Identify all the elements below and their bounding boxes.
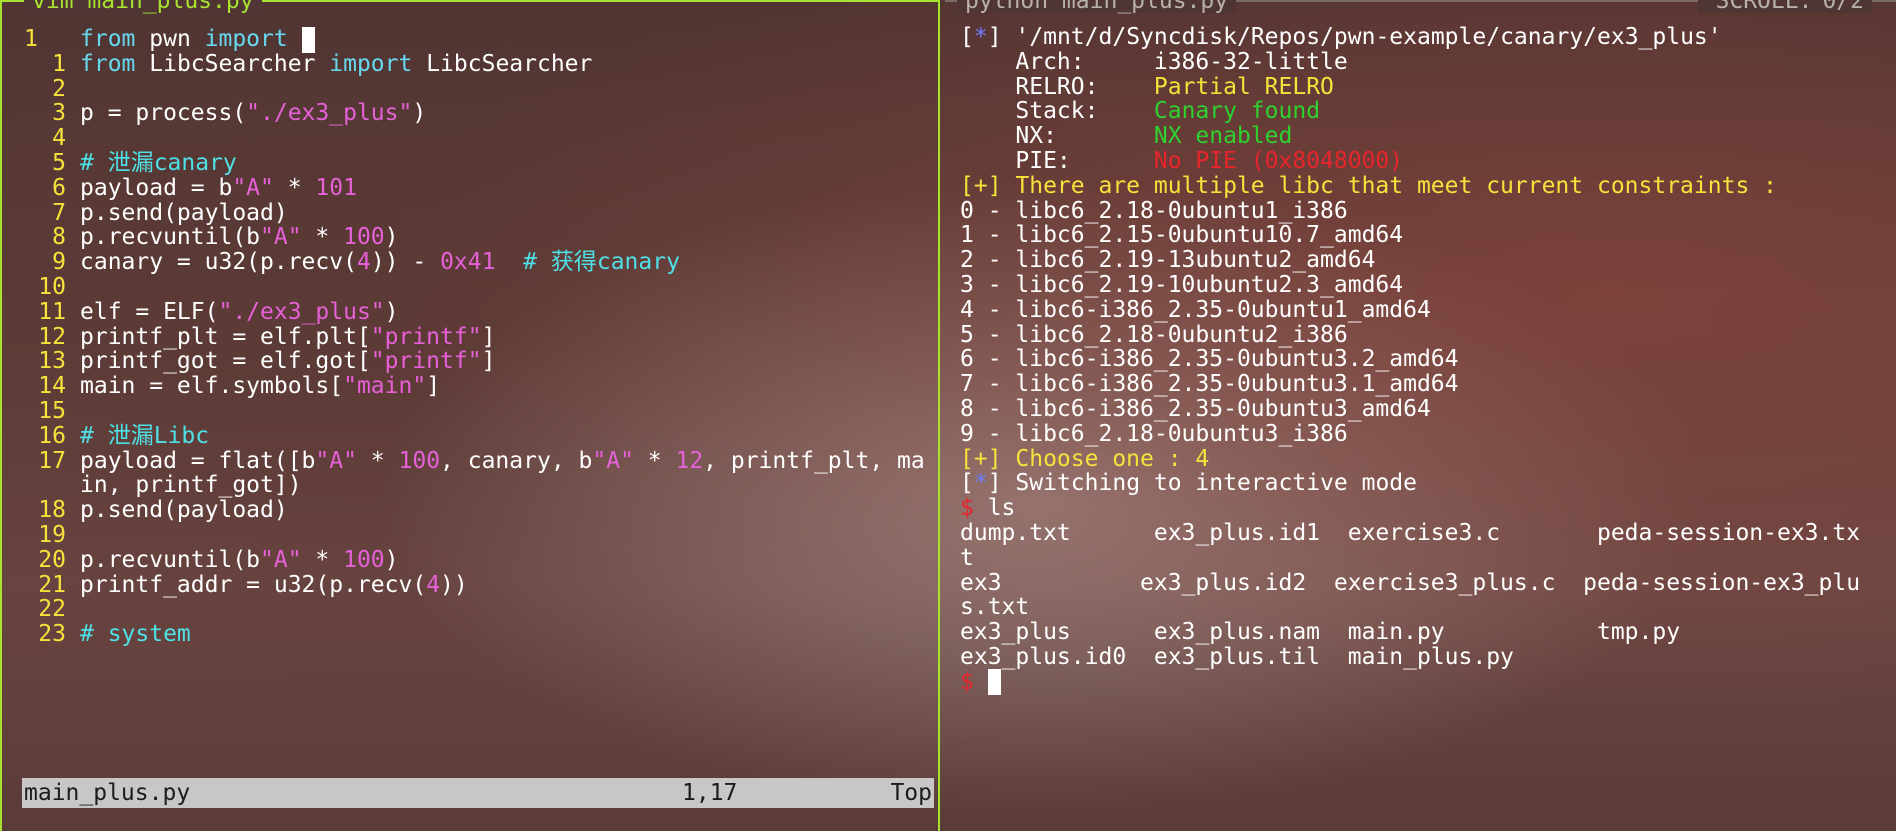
terminal-line: ex3 ex3_plus.id2 exercise3_plus.c peda-s… bbox=[960, 568, 1860, 598]
vim-status-bar: main_plus.py 1,17 Top bbox=[22, 778, 934, 808]
terminal-line: dump.txt ex3_plus.id1 exercise3.c peda-s… bbox=[960, 518, 1860, 548]
code-line: 23 # system bbox=[2, 619, 938, 649]
terminal-token: $ bbox=[960, 668, 974, 695]
code-text: # system bbox=[80, 619, 191, 649]
line-number: 23 bbox=[38, 621, 66, 648]
terminal-cursor bbox=[987, 669, 1001, 696]
terminal-token: ] Switching to interactive mode bbox=[987, 470, 1417, 497]
right-pane-title: python main_plus.py bbox=[957, 0, 1237, 13]
status-scroll-position: Top bbox=[890, 780, 932, 806]
terminal-line: [*] Switching to interactive mode bbox=[960, 468, 1417, 498]
terminal-pane[interactable]: python main_plus.py SCROLL: 0/2 [*] '/mnt… bbox=[945, 0, 1896, 831]
terminal-token: dump.txt ex3_plus.id1 exercise3.c peda-s… bbox=[960, 520, 1861, 546]
terminal-line: ex3_plus.id0 ex3_plus.til main_plus.py bbox=[960, 642, 1514, 672]
terminal-token: ex3 ex3_plus.id2 exercise3_plus.c peda-s… bbox=[960, 569, 1861, 596]
vim-editor-pane[interactable]: vim main_plus.py 1 from pwn import 1 from … bbox=[0, 0, 940, 831]
status-cursor-position: 1,17 bbox=[682, 780, 738, 806]
code-token: # system bbox=[80, 621, 191, 648]
terminal-token: ex3_plus.id0 ex3_plus.til main_plus.py bbox=[960, 644, 1514, 670]
scroll-label: SCROLL: bbox=[1715, 0, 1813, 14]
left-pane-title: vim main_plus.py bbox=[24, 0, 262, 13]
scroll-indicator: SCROLL: 0/2 bbox=[1697, 0, 1872, 14]
scroll-value: 0/2 bbox=[1822, 0, 1864, 14]
terminal-line: $ bbox=[960, 667, 1001, 697]
status-filename: main_plus.py bbox=[24, 780, 191, 806]
